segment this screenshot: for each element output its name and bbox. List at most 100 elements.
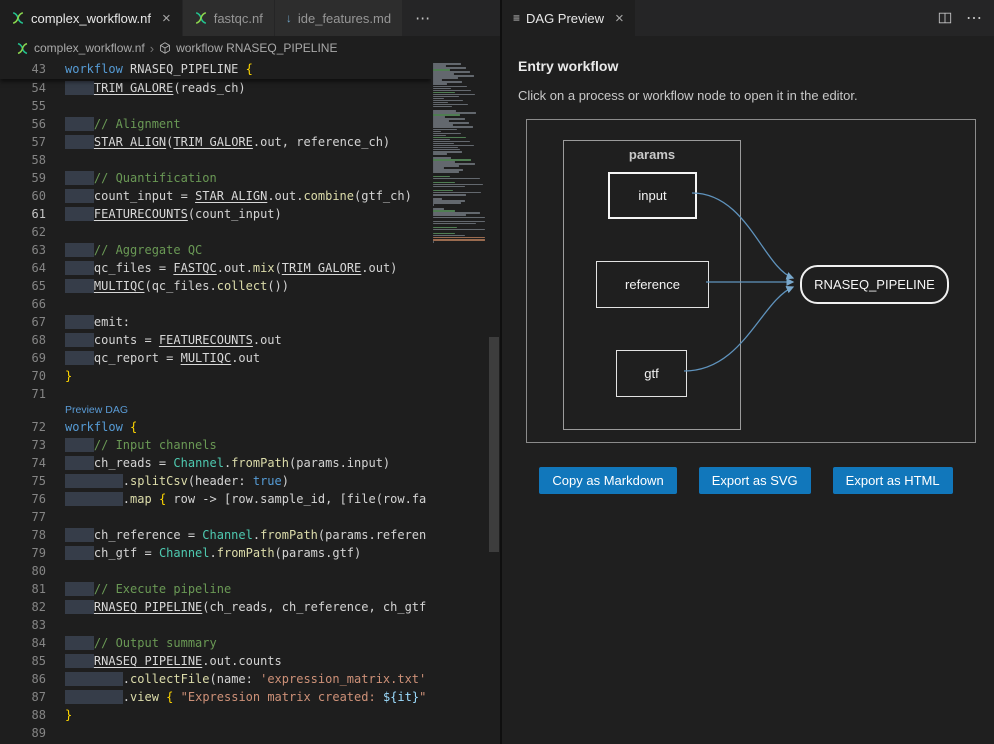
code-text: RNASEQ_PIPELINE(ch_reads, ch_reference, … [46, 598, 426, 616]
code-line-89[interactable]: 89 [0, 724, 431, 742]
code-line-56[interactable]: 56 // Alignment [0, 115, 431, 133]
line-number: 79 [0, 544, 46, 562]
code-text: } [46, 706, 72, 724]
code-line-74[interactable]: 74 ch_reads = Channel.fromPath(params.in… [0, 454, 431, 472]
node-rnaseq-pipeline[interactable]: RNASEQ_PIPELINE [800, 265, 949, 304]
code-lines: 54 TRIM_GALORE(reads_ch)5556 // Alignmen… [0, 79, 431, 742]
code-view[interactable]: 43 workflow RNASEQ_PIPELINE { 54 TRIM_GA… [0, 60, 431, 744]
editor-group: complex_workflow.nf × fastqc.nf↓ide_featur… [0, 0, 502, 744]
panel-tab-label: DAG Preview [526, 11, 604, 26]
tab-complex_workflow-nf[interactable]: complex_workflow.nf × [0, 0, 183, 36]
code-line-71[interactable]: 71 [0, 385, 431, 403]
code-line-86[interactable]: 86 .collectFile(name: 'expression_matrix… [0, 670, 431, 688]
line-number: 65 [0, 277, 46, 295]
line-number: 74 [0, 454, 46, 472]
export-as-svg-button[interactable]: Export as SVG [699, 467, 811, 494]
panel-tab-bar: ≡ DAG Preview × ⋯ [502, 0, 994, 36]
code-text: counts = FEATURECOUNTS.out [46, 331, 282, 349]
code-line-62[interactable]: 62 [0, 223, 431, 241]
code-line-72[interactable]: 72workflow { [0, 418, 431, 436]
code-line-64[interactable]: 64 qc_files = FASTQC.out.mix(TRIM_GALORE… [0, 259, 431, 277]
scrollbar-slider[interactable] [489, 337, 499, 552]
tab-overflow-button[interactable]: ⋯ [403, 0, 443, 36]
code-line-65[interactable]: 65 MULTIQC(qc_files.collect()) [0, 277, 431, 295]
tab-ide_features-md[interactable]: ↓ide_features.md [275, 0, 403, 36]
line-number: 85 [0, 652, 46, 670]
code-line-81[interactable]: 81 // Execute pipeline [0, 580, 431, 598]
close-tab-icon[interactable]: × [615, 11, 624, 26]
code-line-82[interactable]: 82 RNASEQ_PIPELINE(ch_reads, ch_referenc… [0, 598, 431, 616]
line-number: 80 [0, 562, 46, 580]
line-number: 67 [0, 313, 46, 331]
tab-label: complex_workflow.nf [31, 11, 151, 26]
code-line-66[interactable]: 66 [0, 295, 431, 313]
line-number: 64 [0, 259, 46, 277]
code-line-84[interactable]: 84 // Output summary [0, 634, 431, 652]
line-number: 77 [0, 508, 46, 526]
symbol-cube-icon [159, 42, 171, 54]
code-line-60[interactable]: 60 count_input = STAR_ALIGN.out.combine(… [0, 187, 431, 205]
code-line-63[interactable]: 63 // Aggregate QC [0, 241, 431, 259]
code-text: count_input = STAR_ALIGN.out.combine(gtf… [46, 187, 412, 205]
code-line-58[interactable]: 58 [0, 151, 431, 169]
code-text: .map { row -> [row.sample_id, [file(row.… [46, 490, 426, 508]
export-as-html-button[interactable]: Export as HTML [833, 467, 953, 494]
breadcrumb-symbol[interactable]: workflow RNASEQ_PIPELINE [176, 41, 337, 55]
code-line-57[interactable]: 57 STAR_ALIGN(TRIM_GALORE.out, reference… [0, 133, 431, 151]
tab-dag-preview[interactable]: ≡ DAG Preview × [502, 0, 636, 36]
code-line-61[interactable]: 61 FEATURECOUNTS(count_input) [0, 205, 431, 223]
code-line-55[interactable]: 55 [0, 97, 431, 115]
editor-scrollbar[interactable] [488, 60, 500, 744]
code-text: // Alignment [46, 115, 181, 133]
line-number: 75 [0, 472, 46, 490]
code-line-70[interactable]: 70} [0, 367, 431, 385]
code-line-59[interactable]: 59 // Quantification [0, 169, 431, 187]
line-number: 60 [0, 187, 46, 205]
code-text: // Execute pipeline [46, 580, 231, 598]
codelens-preview-dag[interactable]: Preview DAG [65, 403, 431, 418]
code-text [46, 223, 65, 241]
code-line-83[interactable]: 83 [0, 616, 431, 634]
code-line-54[interactable]: 54 TRIM_GALORE(reads_ch) [0, 79, 431, 97]
code-text: .collectFile(name: 'expression_matrix.tx… [46, 670, 426, 688]
code-text: } [46, 367, 72, 385]
line-number: 68 [0, 331, 46, 349]
panel-actions: ⋯ [926, 0, 994, 36]
tab-fastqc-nf[interactable]: fastqc.nf [183, 0, 275, 36]
code-line-75[interactable]: 75 .splitCsv(header: true) [0, 472, 431, 490]
close-tab-icon[interactable]: × [162, 11, 171, 26]
code-text [46, 97, 65, 115]
code-text: ch_reads = Channel.fromPath(params.input… [46, 454, 390, 472]
code-line-77[interactable]: 77 [0, 508, 431, 526]
code-line-78[interactable]: 78 ch_reference = Channel.fromPath(param… [0, 526, 431, 544]
code-line-85[interactable]: 85 RNASEQ_PIPELINE.out.counts [0, 652, 431, 670]
line-number: 61 [0, 205, 46, 223]
code-text [46, 724, 65, 742]
more-actions-icon[interactable]: ⋯ [966, 8, 982, 28]
code-line-87[interactable]: 87 .view { "Expression matrix created: $… [0, 688, 431, 706]
panel-tabbar-spacer [636, 0, 926, 36]
workbench: complex_workflow.nf × fastqc.nf↓ide_featur… [0, 0, 994, 744]
code-line-73[interactable]: 73 // Input channels [0, 436, 431, 454]
code-text: workflow { [46, 418, 137, 436]
sticky-scroll-line[interactable]: 43 workflow RNASEQ_PIPELINE { [0, 60, 431, 79]
code-line-68[interactable]: 68 counts = FEATURECOUNTS.out [0, 331, 431, 349]
split-editor-icon[interactable] [938, 11, 952, 25]
code-text: TRIM_GALORE(reads_ch) [46, 79, 246, 97]
line-number: 71 [0, 385, 46, 403]
minimap[interactable] [431, 60, 488, 744]
editor-tab-bar: complex_workflow.nf × fastqc.nf↓ide_featur… [0, 0, 500, 36]
copy-as-markdown-button[interactable]: Copy as Markdown [539, 467, 676, 494]
line-number: 73 [0, 436, 46, 454]
code-line-76[interactable]: 76 .map { row -> [row.sample_id, [file(r… [0, 490, 431, 508]
code-line-69[interactable]: 69 qc_report = MULTIQC.out [0, 349, 431, 367]
code-line-88[interactable]: 88} [0, 706, 431, 724]
code-line-80[interactable]: 80 [0, 562, 431, 580]
code-text [46, 295, 65, 313]
code-text: FEATURECOUNTS(count_input) [46, 205, 282, 223]
line-number: 55 [0, 97, 46, 115]
code-line-67[interactable]: 67 emit: [0, 313, 431, 331]
code-line-79[interactable]: 79 ch_gtf = Channel.fromPath(params.gtf) [0, 544, 431, 562]
breadcrumb-file[interactable]: complex_workflow.nf [34, 41, 145, 55]
editor-tabs: complex_workflow.nf × fastqc.nf↓ide_featur… [0, 0, 403, 36]
